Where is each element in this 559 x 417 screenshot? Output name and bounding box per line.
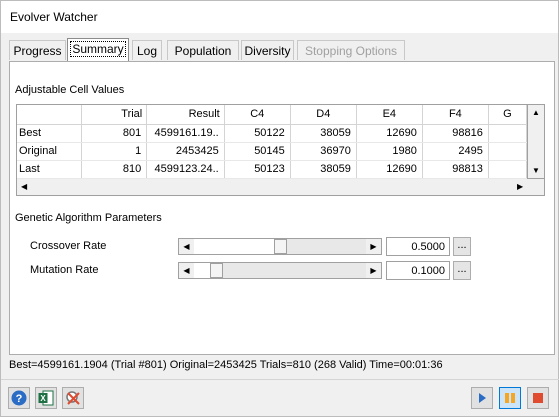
tab-diversity[interactable]: Diversity [241,40,294,60]
grid-header-row: Trial Result C4 D4 E4 F4 G [17,105,527,125]
cell-e4: 12690 [356,124,423,143]
cell-trial: 810 [81,160,148,179]
table-row: Best 801 4599161.19.. 50122 38059 12690 … [17,124,527,143]
stop-button[interactable] [527,387,549,409]
clear-icon [66,391,80,405]
slider-right-icon[interactable]: ▶ [366,239,381,254]
ga-params-heading: Genetic Algorithm Parameters [15,212,162,224]
cell-f4: 98813 [422,160,489,179]
grid-header-c4: C4 [224,105,291,125]
excel-icon: X [38,390,54,406]
grid-header-e4: E4 [356,105,423,125]
grid-horizontal-scrollbar[interactable]: ◀ ▶ [16,179,528,196]
cell-c4: 50122 [224,124,291,143]
cell-result: 4599161.19.. [146,124,225,143]
scrollbar-corner [528,179,545,196]
tab-bar: Progress Summary Log Population Diversit… [9,38,554,61]
pause-button[interactable] [499,387,521,409]
cell-d4: 38059 [290,160,357,179]
clear-button[interactable] [62,387,84,409]
cell-e4: 1980 [356,142,423,161]
scroll-left-icon[interactable]: ◀ [21,183,27,191]
row-header-last: Last [17,160,82,179]
mutation-rate-field[interactable]: 0.1000 [386,261,450,280]
mutation-slider-thumb[interactable] [210,263,223,278]
help-button[interactable]: ? [8,387,30,409]
status-text: Best=4599161.1904 (Trial #801) Original=… [9,359,443,371]
row-header-original: Original [17,142,82,161]
row-header-best: Best [17,124,82,143]
grid-header-d4: D4 [290,105,357,125]
adjustable-cells-heading: Adjustable Cell Values [15,84,125,96]
scroll-up-icon[interactable]: ▲ [532,109,540,117]
crossover-slider-thumb[interactable] [274,239,287,254]
tab-stopping-options: Stopping Options [297,40,405,60]
svg-text:?: ? [16,393,23,405]
cell-f4: 2495 [422,142,489,161]
cell-c4: 50145 [224,142,291,161]
pause-icon [505,393,515,403]
window-title: Evolver Watcher [10,10,98,24]
tab-progress[interactable]: Progress [9,40,66,60]
tab-population[interactable]: Population [167,40,239,60]
svg-text:X: X [40,394,46,403]
mutation-rate-more-button[interactable]: ... [453,261,471,280]
scroll-down-icon[interactable]: ▼ [532,167,540,175]
slider-fill [194,263,210,278]
cell-d4: 36970 [290,142,357,161]
grid-header-result: Result [146,105,225,125]
slider-right-icon[interactable]: ▶ [366,263,381,278]
help-icon: ? [11,390,27,406]
cell-c4: 50123 [224,160,291,179]
slider-left-icon[interactable]: ◀ [179,263,194,278]
cell-d4: 38059 [290,124,357,143]
evolver-watcher-window: Evolver Watcher Progress Summary Log Pop… [0,0,559,417]
crossover-rate-more-button[interactable]: ... [453,237,471,256]
tab-log[interactable]: Log [132,40,162,60]
tab-summary[interactable]: Summary [67,38,129,61]
grid-header-g: G [488,105,527,125]
status-divider [1,379,559,380]
stop-icon [533,393,543,403]
cell-g [488,160,527,179]
play-button[interactable] [471,387,493,409]
grid-header-f4: F4 [422,105,489,125]
crossover-rate-field[interactable]: 0.5000 [386,237,450,256]
cell-g [488,124,527,143]
cell-trial: 801 [81,124,148,143]
cell-result: 2453425 [146,142,225,161]
table-row: Last 810 4599123.24.. 50123 38059 12690 … [17,160,527,179]
grid-vertical-scrollbar[interactable]: ▲ ▼ [528,104,545,179]
mutation-rate-label: Mutation Rate [30,264,99,276]
scroll-right-icon[interactable]: ▶ [517,183,523,191]
mutation-rate-slider[interactable]: ◀ ▶ [178,262,382,279]
grid-header-trial: Trial [81,105,148,125]
table-row: Original 1 2453425 50145 36970 1980 2495 [17,142,527,161]
play-icon [479,393,486,403]
slider-fill [194,239,274,254]
cell-trial: 1 [81,142,148,161]
title-bar: Evolver Watcher [1,1,558,33]
export-excel-button[interactable]: X [35,387,57,409]
slider-left-icon[interactable]: ◀ [179,239,194,254]
crossover-rate-slider[interactable]: ◀ ▶ [178,238,382,255]
cell-e4: 12690 [356,160,423,179]
crossover-rate-label: Crossover Rate [30,240,107,252]
cell-g [488,142,527,161]
summary-panel: Adjustable Cell Values Trial Result C4 D… [9,61,555,355]
cell-result: 4599123.24.. [146,160,225,179]
grid-header-corner [17,105,82,125]
cell-f4: 98816 [422,124,489,143]
